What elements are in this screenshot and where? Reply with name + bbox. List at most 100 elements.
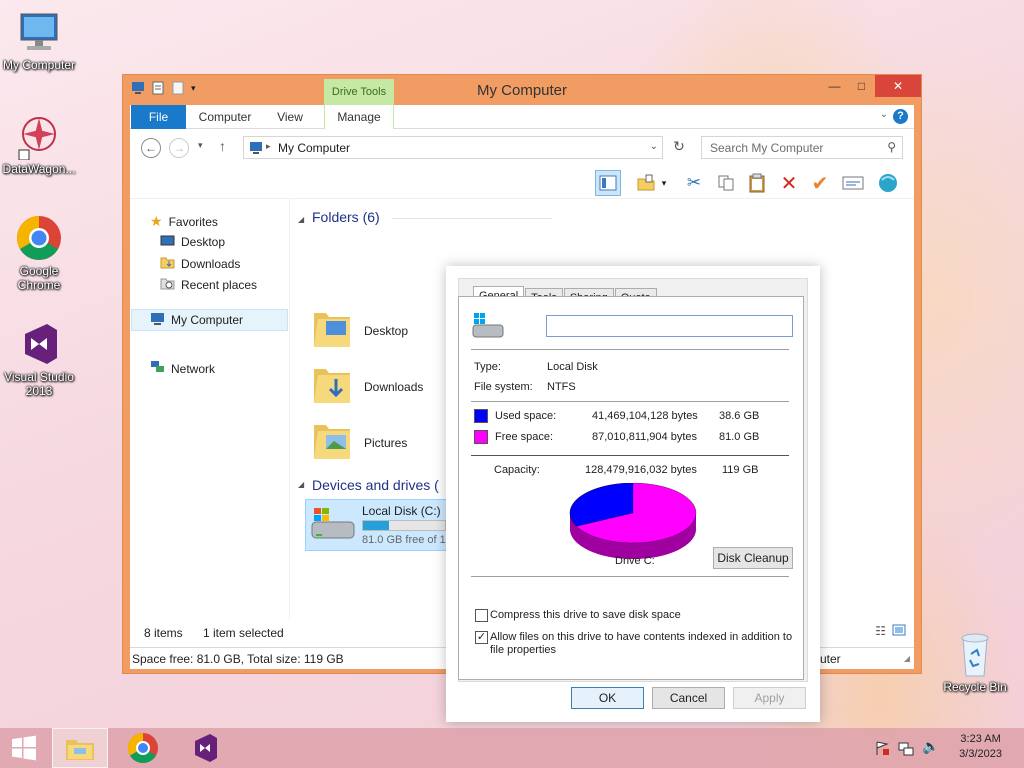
- title-bar[interactable]: ▾ Drive Tools My Computer — □ ✕: [123, 75, 921, 105]
- chrome-icon: [15, 214, 63, 262]
- folders-header[interactable]: Folders (6): [312, 209, 380, 225]
- computer-small-icon: [150, 312, 165, 329]
- desktop-icon-visual-studio[interactable]: Visual Studio 2013: [0, 320, 81, 398]
- tab-file[interactable]: File: [131, 105, 186, 129]
- new-folder-dropdown-icon[interactable]: ▾: [658, 170, 670, 196]
- compress-label[interactable]: Compress this drive to save disk space: [490, 609, 681, 621]
- search-input[interactable]: Search My Computer ⚲: [701, 136, 903, 159]
- maximize-button[interactable]: □: [848, 75, 875, 97]
- folder-pictures-icon: [312, 417, 352, 461]
- general-tab-panel: Type: Local Disk File system: NTFS Used …: [458, 296, 804, 680]
- taskbar-file-explorer[interactable]: [52, 728, 108, 768]
- free-space-bytes: 87,010,811,904 bytes: [592, 431, 697, 443]
- collapse-arrow-icon[interactable]: ◢: [298, 480, 304, 489]
- nav-favorites[interactable]: ★ Favorites: [150, 213, 218, 230]
- nav-network[interactable]: Network: [150, 360, 215, 377]
- taskbar: 🔈 3:23 AM 3/3/2023: [0, 728, 1024, 768]
- file-system-label: File system:: [474, 381, 533, 393]
- rename-icon[interactable]: ✔: [807, 170, 833, 196]
- file-explorer-icon: [66, 740, 94, 760]
- capacity-bytes: 128,479,916,032 bytes: [585, 464, 697, 476]
- nav-desktop[interactable]: Desktop: [160, 234, 225, 250]
- control-panel-icon[interactable]: [875, 170, 901, 196]
- downloads-small-icon: [160, 255, 175, 272]
- desktop-icon-my-computer[interactable]: My Computer: [0, 8, 81, 72]
- new-folder-button[interactable]: [633, 170, 659, 196]
- item-count: 8 items: [144, 626, 183, 640]
- folder-desktop-label[interactable]: Desktop: [364, 324, 408, 338]
- used-space-swatch: [474, 409, 488, 423]
- drive-usage-fill: [363, 521, 390, 530]
- address-input[interactable]: ▸ My Computer ⌄: [243, 136, 663, 159]
- used-space-gb: 38.6 GB: [719, 410, 760, 422]
- desktop-icon-label: DataWagon...: [2, 162, 76, 176]
- address-dropdown-icon[interactable]: ⌄: [650, 141, 658, 152]
- nav-label: Network: [171, 361, 216, 376]
- index-checkbox[interactable]: ✓: [475, 631, 488, 644]
- collapse-arrow-icon[interactable]: ◢: [298, 215, 304, 224]
- resize-grip-icon[interactable]: ◢: [904, 654, 910, 663]
- index-label[interactable]: Allow files on this drive to have conten…: [490, 631, 795, 657]
- desktop-icon-label: Visual Studio 2013: [4, 370, 74, 398]
- network-icon: [150, 360, 165, 377]
- desktop-icon-datawagon[interactable]: DataWagon...: [0, 112, 81, 176]
- clock[interactable]: 3:23 AM 3/3/2023: [959, 732, 1002, 762]
- folder-downloads-label[interactable]: Downloads: [364, 380, 423, 394]
- paste-icon[interactable]: [744, 170, 770, 196]
- close-button[interactable]: ✕: [875, 75, 921, 97]
- recent-locations-icon[interactable]: ▾: [198, 140, 203, 151]
- desktop-small-icon: [160, 234, 175, 250]
- disk-cleanup-button[interactable]: Disk Cleanup: [713, 547, 793, 569]
- nav-my-computer[interactable]: My Computer: [131, 309, 288, 331]
- refresh-button[interactable]: ↻: [668, 138, 690, 158]
- nav-downloads[interactable]: Downloads: [160, 255, 240, 272]
- breadcrumb[interactable]: My Computer: [278, 141, 350, 155]
- nav-recent-places[interactable]: Recent places: [160, 276, 257, 293]
- help-icon[interactable]: ?: [893, 109, 908, 124]
- devices-header[interactable]: Devices and drives (: [312, 477, 439, 493]
- info-right-text: uter: [820, 652, 841, 666]
- nav-label: My Computer: [171, 313, 244, 327]
- tab-computer[interactable]: Computer: [192, 105, 258, 129]
- taskbar-chrome[interactable]: [115, 728, 171, 768]
- start-button[interactable]: [0, 728, 48, 768]
- taskbar-visual-studio[interactable]: [177, 728, 233, 768]
- drive-label-input[interactable]: [546, 315, 793, 337]
- forward-button[interactable]: →: [169, 138, 189, 158]
- type-label: Type:: [474, 361, 501, 373]
- clock-time: 3:23 AM: [960, 733, 1001, 745]
- properties-button[interactable]: [840, 170, 866, 196]
- minimize-button[interactable]: —: [821, 75, 848, 97]
- datawagon-icon: [15, 112, 63, 161]
- copy-icon[interactable]: [713, 170, 739, 196]
- volume-icon[interactable]: 🔈: [922, 738, 939, 755]
- drive-icon: [310, 506, 356, 549]
- compress-checkbox[interactable]: [475, 609, 488, 622]
- large-icons-view-icon[interactable]: [892, 624, 906, 639]
- tab-manage[interactable]: Manage: [324, 105, 394, 129]
- details-view-icon[interactable]: ☷: [875, 624, 886, 638]
- cut-icon[interactable]: ✂: [681, 170, 707, 196]
- desktop-icon-chrome[interactable]: Google Chrome: [0, 214, 81, 292]
- drive-free-text: 81.0 GB free of 1: [362, 534, 446, 546]
- expand-ribbon-icon[interactable]: ⌄: [880, 109, 888, 120]
- drive-c-tile[interactable]: Local Disk (C:) 81.0 GB free of 1: [305, 499, 447, 551]
- recycle-bin-icon: [951, 630, 999, 678]
- delete-icon[interactable]: ✕: [776, 170, 802, 196]
- desktop-icon-recycle-bin[interactable]: Recycle Bin: [933, 630, 1017, 694]
- nav-label: Downloads: [181, 256, 241, 271]
- desktop-icon-label: My Computer: [2, 58, 76, 72]
- star-icon: ★: [150, 213, 163, 229]
- computer-small-icon: [249, 141, 263, 158]
- up-button[interactable]: ↑: [219, 138, 226, 154]
- tab-view[interactable]: View: [270, 105, 310, 129]
- drive-name: Local Disk (C:): [362, 504, 441, 518]
- action-center-icon[interactable]: [874, 740, 890, 759]
- network-tray-icon[interactable]: [898, 740, 914, 759]
- ok-button[interactable]: OK: [571, 687, 644, 709]
- preview-pane-button[interactable]: [595, 170, 621, 196]
- back-button[interactable]: ←: [141, 138, 161, 158]
- folder-pictures-label[interactable]: Pictures: [364, 436, 407, 450]
- cancel-button[interactable]: Cancel: [652, 687, 725, 709]
- apply-button[interactable]: Apply: [733, 687, 806, 709]
